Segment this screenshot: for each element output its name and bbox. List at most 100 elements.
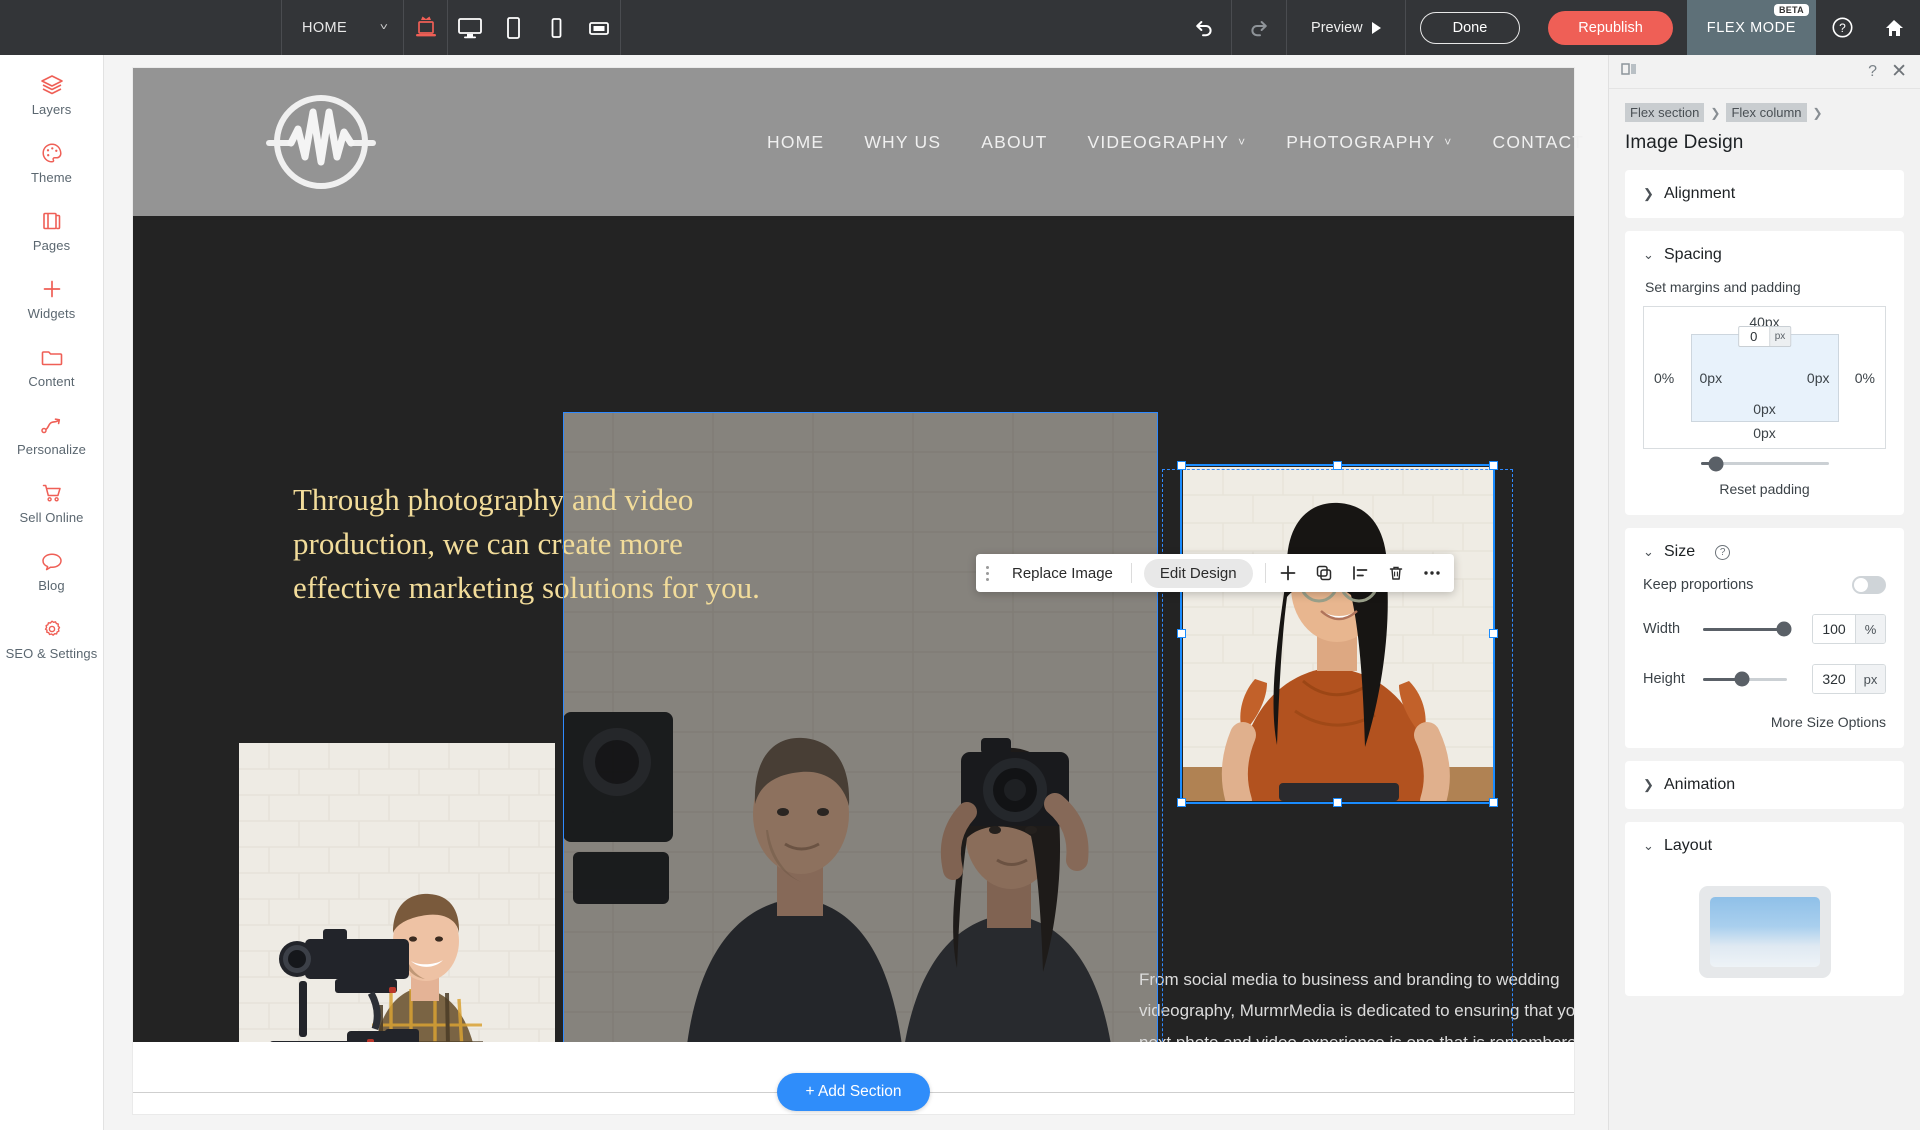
- hero-paragraph[interactable]: From social media to business and brandi…: [1139, 964, 1574, 1042]
- breadcrumb-flex-column[interactable]: Flex column: [1726, 103, 1807, 122]
- nav-item-about[interactable]: ABOUT: [961, 132, 1067, 153]
- sidebar-item-pages[interactable]: Pages: [0, 197, 103, 265]
- sidebar-item-layers[interactable]: Layers: [0, 61, 103, 129]
- padding-bottom-value[interactable]: 0px: [1692, 401, 1838, 417]
- breadcrumb-flex-section[interactable]: Flex section: [1625, 103, 1705, 122]
- margin-left-value[interactable]: 0%: [1654, 370, 1674, 386]
- mobile-device-icon[interactable]: [534, 0, 577, 55]
- nav-item-contact[interactable]: CONTACT: [1473, 132, 1605, 153]
- sidebar-item-content[interactable]: Content: [0, 333, 103, 401]
- selected-image-bounds[interactable]: [1177, 461, 1498, 807]
- panel-body: Flex section ❯ Flex column ❯ Image Desig…: [1609, 89, 1920, 996]
- section-alignment-header[interactable]: ❯ Alignment: [1625, 170, 1904, 218]
- page-selector[interactable]: HOME ˅: [282, 0, 403, 55]
- padding-top-field[interactable]: px: [1737, 325, 1792, 347]
- home-icon[interactable]: [1868, 0, 1920, 55]
- mobile-landscape-device-icon[interactable]: [577, 0, 620, 55]
- replace-image-button[interactable]: Replace Image: [998, 565, 1127, 582]
- duplicate-icon[interactable]: [1306, 554, 1342, 592]
- resize-handle-top-left[interactable]: [1177, 461, 1186, 470]
- margin-right-value[interactable]: 0%: [1855, 370, 1875, 386]
- undo-icon[interactable]: [1177, 0, 1231, 55]
- sidebar-item-personalize[interactable]: Personalize: [0, 401, 103, 469]
- reset-padding-button[interactable]: Reset padding: [1643, 481, 1886, 497]
- breadcrumb: Flex section ❯ Flex column ❯: [1625, 103, 1904, 122]
- help-icon[interactable]: ?: [1816, 0, 1868, 55]
- resize-handle-top-center[interactable]: [1332, 461, 1342, 470]
- height-field[interactable]: px: [1812, 664, 1886, 694]
- align-left-icon[interactable]: [1342, 554, 1378, 592]
- done-button[interactable]: Done: [1419, 11, 1521, 44]
- more-size-options-button[interactable]: More Size Options: [1643, 714, 1886, 730]
- redo-icon[interactable]: [1232, 0, 1286, 55]
- width-slider[interactable]: [1703, 621, 1792, 637]
- preview-label: Preview: [1311, 19, 1363, 36]
- height-unit[interactable]: px: [1855, 665, 1885, 693]
- section-size-header[interactable]: ⌄ Size ?: [1625, 528, 1904, 576]
- section-spacing-body: Set margins and padding 40px 0% 0% 0px p…: [1625, 279, 1904, 515]
- laptop-crown-device-icon[interactable]: [404, 0, 447, 55]
- resize-handle-middle-right[interactable]: [1489, 629, 1498, 638]
- more-horizontal-icon[interactable]: [1414, 554, 1450, 592]
- republish-button-wrap: Republish: [1534, 0, 1687, 55]
- hero-section[interactable]: Through photography and video production…: [133, 216, 1574, 1042]
- keep-proportions-toggle[interactable]: [1852, 576, 1886, 594]
- question-mark-icon[interactable]: ?: [1715, 544, 1731, 560]
- section-spacing-header[interactable]: ⌄ Spacing: [1625, 231, 1904, 279]
- republish-button[interactable]: Republish: [1548, 10, 1673, 45]
- sidebar-item-sell-online[interactable]: Sell Online: [0, 469, 103, 537]
- canvas-area[interactable]: HOME WHY US ABOUT VIDEOGRAPHY ˅ PHOTOGRA…: [104, 55, 1608, 1130]
- preview-button[interactable]: Preview: [1287, 0, 1405, 55]
- sidebar-item-blog[interactable]: Blog: [0, 537, 103, 605]
- plus-icon[interactable]: [1270, 554, 1306, 592]
- height-input[interactable]: [1813, 665, 1855, 693]
- section-animation-header[interactable]: ❯ Animation: [1625, 761, 1904, 809]
- sidebar-item-widgets[interactable]: Widgets: [0, 265, 103, 333]
- hero-headline[interactable]: Through photography and video production…: [293, 478, 793, 610]
- resize-handle-middle-left[interactable]: [1177, 629, 1186, 638]
- photo-videographer[interactable]: [239, 743, 555, 1042]
- section-layout-header[interactable]: ⌄ Layout: [1625, 822, 1904, 870]
- sidebar-item-theme[interactable]: Theme: [0, 129, 103, 197]
- padding-top-input[interactable]: [1738, 326, 1769, 346]
- padding-left-value[interactable]: 0px: [1700, 370, 1723, 386]
- sidebar-item-seo-settings[interactable]: SEO & Settings: [0, 605, 103, 673]
- margin-bottom-value[interactable]: 0px: [1644, 425, 1885, 441]
- sidebar-item-label: Blog: [38, 578, 65, 593]
- height-slider[interactable]: [1703, 671, 1787, 687]
- width-field[interactable]: %: [1812, 614, 1886, 644]
- layout-preview-thumbnail[interactable]: [1698, 886, 1831, 978]
- desktop-device-icon[interactable]: [448, 0, 491, 55]
- width-unit[interactable]: %: [1855, 615, 1885, 643]
- add-section-row: + Add Section: [133, 1070, 1574, 1114]
- panel-help-button[interactable]: ?: [1868, 63, 1877, 81]
- box-model-editor[interactable]: 40px 0% 0% 0px px 0px 0px 0px: [1643, 306, 1886, 449]
- close-icon[interactable]: ✕: [1891, 62, 1907, 81]
- nav-item-home[interactable]: HOME: [747, 132, 844, 153]
- resize-handle-bottom-left[interactable]: [1177, 798, 1186, 807]
- tablet-device-icon[interactable]: [491, 0, 534, 55]
- beta-badge: BETA: [1773, 4, 1809, 16]
- panel-topbar-actions: ? ✕: [1868, 62, 1907, 81]
- resize-handle-top-right[interactable]: [1489, 461, 1498, 470]
- flex-mode-toggle[interactable]: FLEX MODE BETA: [1686, 0, 1816, 55]
- padding-slider[interactable]: [1700, 456, 1829, 471]
- resize-handle-bottom-center[interactable]: [1332, 798, 1342, 807]
- collapse-panel-icon[interactable]: [1620, 61, 1640, 82]
- topbar-left-spacer: [0, 0, 281, 55]
- site-logo: [241, 82, 401, 202]
- padding-right-value[interactable]: 0px: [1807, 370, 1830, 386]
- add-section-button[interactable]: + Add Section: [777, 1073, 930, 1111]
- nav-item-videography[interactable]: VIDEOGRAPHY ˅: [1068, 132, 1267, 153]
- resize-handle-bottom-right[interactable]: [1489, 798, 1498, 807]
- chevron-right-icon: ❯: [1643, 777, 1654, 792]
- trash-icon[interactable]: [1378, 554, 1414, 592]
- flex-mode-label: FLEX MODE: [1706, 19, 1796, 36]
- width-input[interactable]: [1813, 615, 1855, 643]
- palette-icon: [40, 141, 64, 165]
- nav-item-photography[interactable]: PHOTOGRAPHY ˅: [1266, 132, 1472, 153]
- drag-grip-icon[interactable]: [976, 554, 998, 592]
- edit-design-button[interactable]: Edit Design: [1143, 558, 1253, 588]
- play-icon: [1371, 21, 1381, 34]
- nav-item-why-us[interactable]: WHY US: [844, 132, 961, 153]
